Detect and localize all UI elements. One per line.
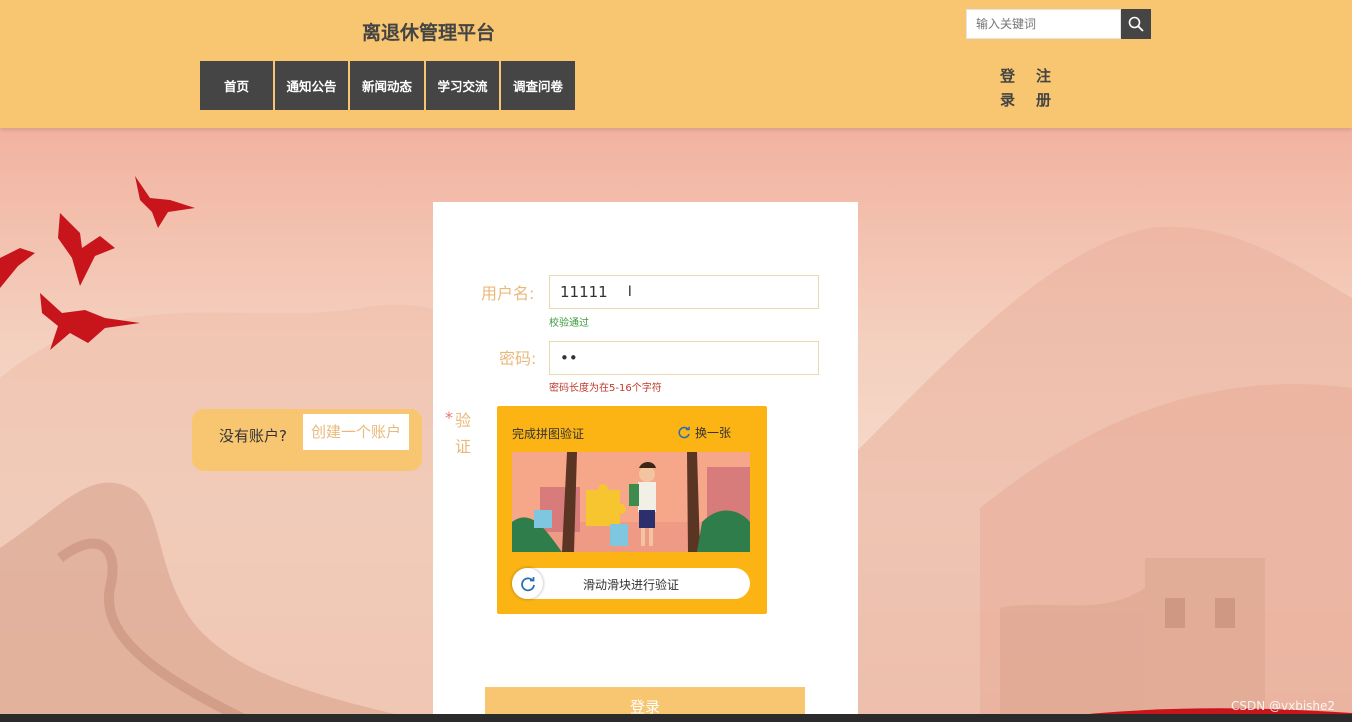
captcha-puzzle-image [512,452,750,552]
password-field[interactable]: •• [549,341,819,375]
signup-prompt-text: 没有账户? [219,427,287,445]
password-label: 密码: [499,349,537,368]
captcha-refresh-label: 换一张 [695,426,732,440]
nav-notices[interactable]: 通知公告 [275,61,348,110]
text-cursor-icon: Ⅰ [627,284,632,300]
site-title: 离退休管理平台 [362,22,496,44]
required-mark: * [445,408,453,427]
captcha-slider-track[interactable]: 滑动滑块进行验证 [512,568,750,599]
search-icon [1128,16,1144,32]
password-value: •• [560,349,578,367]
site-header: 离退休管理平台 首页 通知公告 新闻动态 学习交流 调查问卷 登录 注册 [0,0,1352,128]
nav-survey[interactable]: 调查问卷 [501,61,575,110]
auth-links: 登录 注册 [1000,64,1072,112]
captcha-slider-text: 滑动滑块进行验证 [582,578,679,592]
username-label: 用户名: [481,284,535,303]
username-field[interactable]: 11111 Ⅰ [549,275,819,309]
password-hint: 密码长度为在5-16个字符 [549,383,662,394]
search-box [966,9,1151,39]
bottom-edge [0,714,1352,722]
watermark: CSDN @vxbishe2 [1231,699,1336,713]
nav-news[interactable]: 新闻动态 [350,61,424,110]
captcha-label: 验证 [455,411,472,456]
register-link[interactable]: 注册 [1036,64,1054,112]
signup-prompt: 没有账户? 创建一个账户 [192,409,422,471]
captcha-title: 完成拼图验证 [512,427,585,441]
search-input[interactable] [966,9,1121,39]
captcha-widget: 完成拼图验证 换一张 滑动滑块进行验证 [497,406,767,614]
create-account-button[interactable]: 创建一个账户 [303,414,409,450]
login-link[interactable]: 登录 [1000,64,1018,112]
username-hint: 校验通过 [549,318,589,329]
username-value: 11111 [560,283,608,301]
refresh-icon [678,426,690,438]
nav-study-exchange[interactable]: 学习交流 [426,61,499,110]
search-button[interactable] [1121,9,1151,39]
main-nav: 首页 通知公告 新闻动态 学习交流 调查问卷 [200,61,577,110]
puzzle-illustration [512,452,750,552]
login-card: 用户名: 11111 Ⅰ 校验通过 密码: •• 密码长度为在5-16个字符 *… [433,202,858,722]
nav-home[interactable]: 首页 [200,61,273,110]
captcha-refresh-button[interactable]: 换一张 [677,424,731,441]
